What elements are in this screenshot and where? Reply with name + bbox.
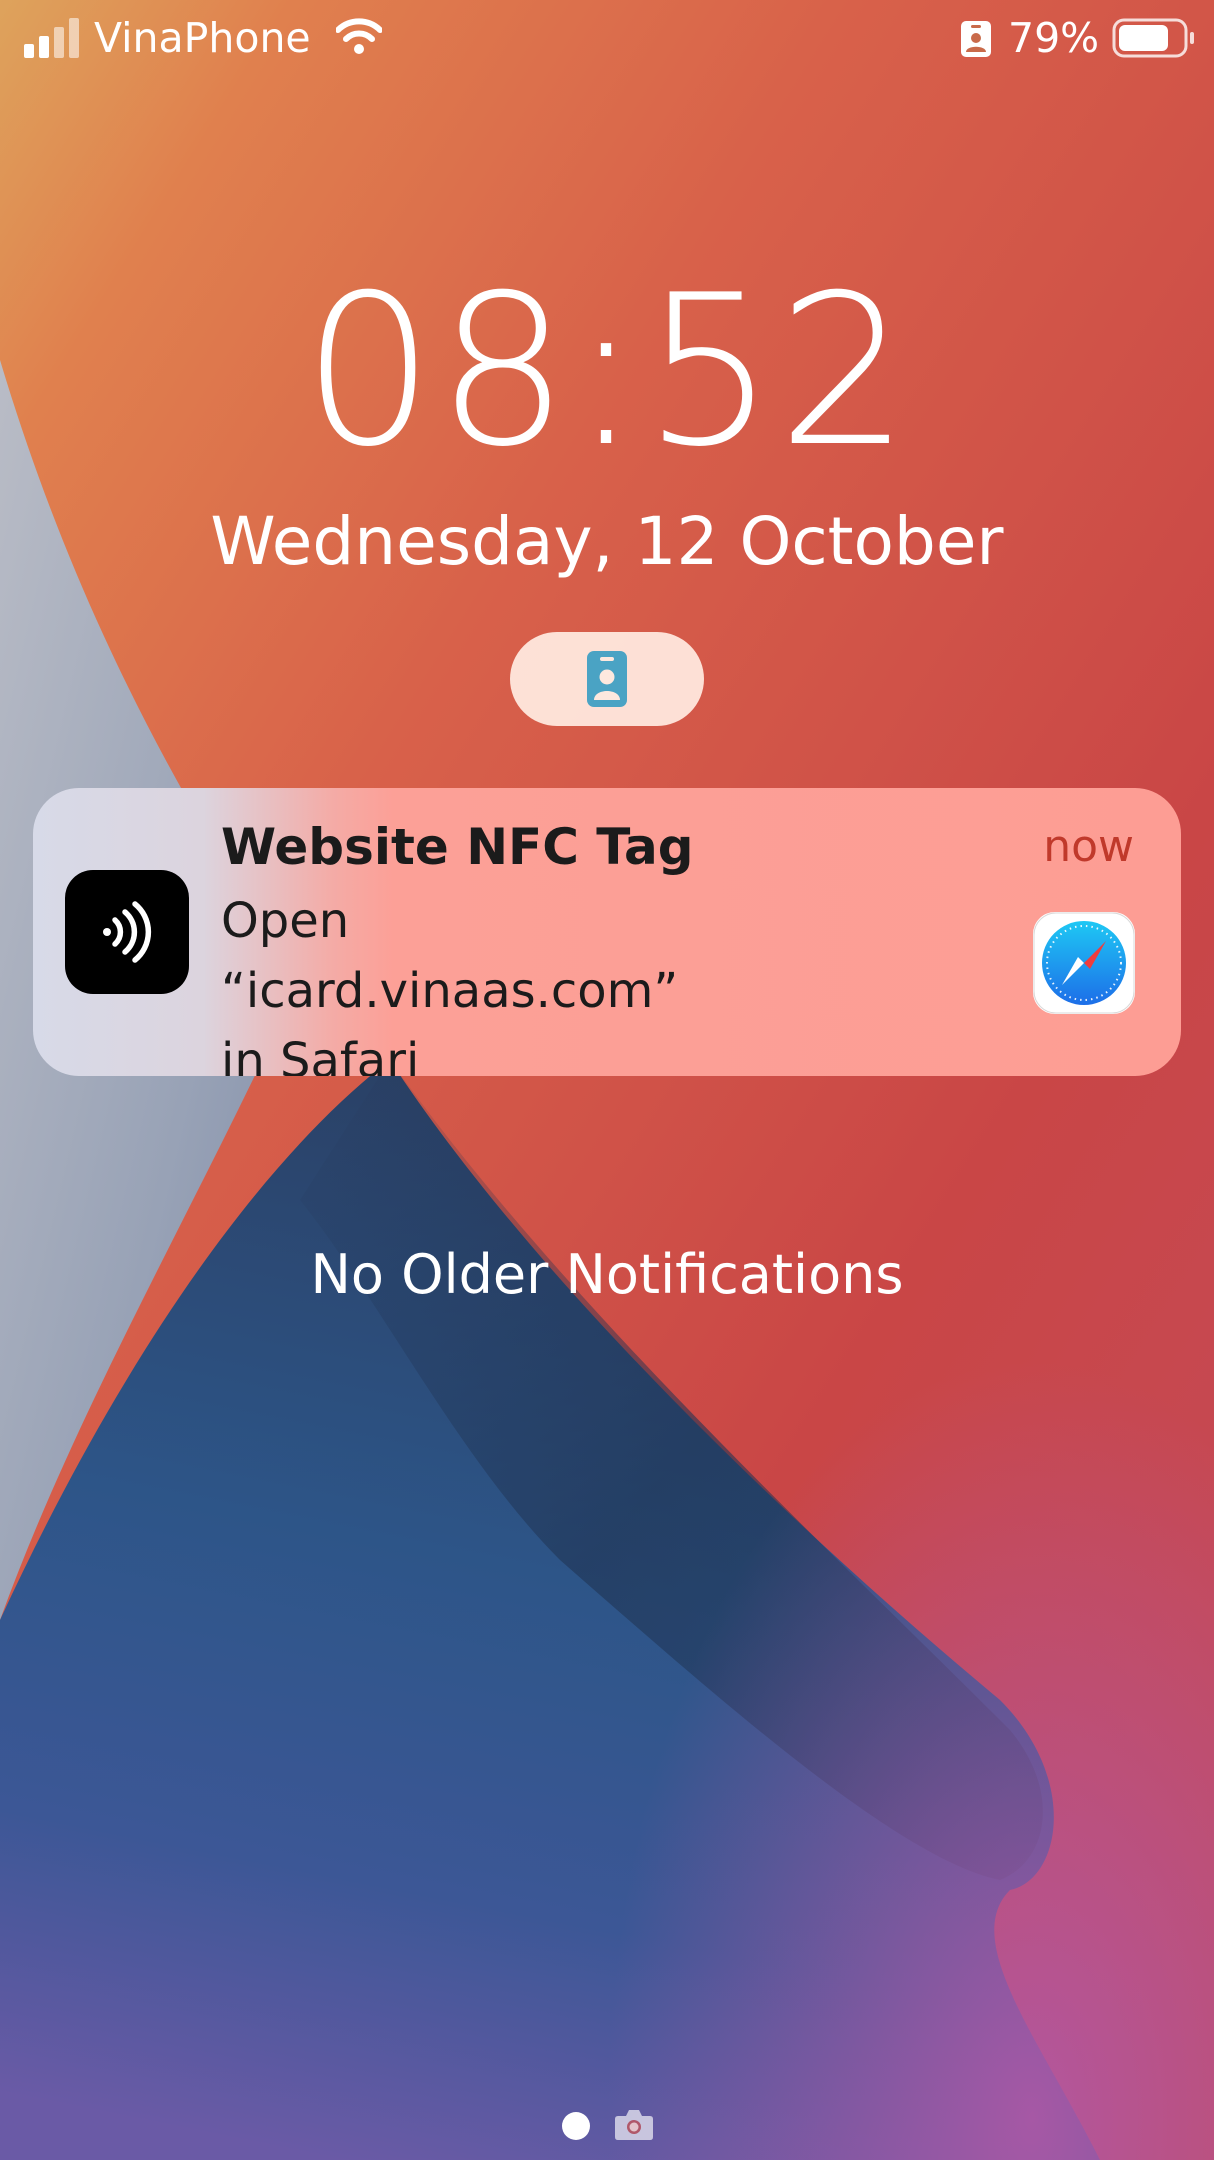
nfc-notification[interactable]: Website NFC Tag Open “icard.vinaas.com” … (33, 788, 1181, 1076)
lock-screen: VinaPhone 79% 08:52 Wednesday, 12 Octobe… (0, 0, 1214, 2160)
battery-level-fill (1119, 25, 1168, 51)
battery-percentage: 79% (1008, 14, 1100, 62)
nfc-icon (65, 870, 189, 994)
battery-icon (1112, 18, 1194, 58)
notification-body: Open “icard.vinaas.com” in Safari (221, 893, 679, 1076)
wifi-icon (336, 18, 382, 54)
status-bar: VinaPhone 79% (0, 0, 1214, 80)
signal-icon (24, 18, 79, 58)
id-badge-pill[interactable] (510, 632, 704, 726)
id-badge-icon (587, 651, 627, 707)
camera-icon[interactable] (614, 2106, 654, 2142)
notification-title: Website NFC Tag (221, 818, 694, 876)
lock-screen-time: 08:52 (302, 251, 912, 493)
safari-icon (1033, 912, 1135, 1014)
lock-screen-date: Wednesday, 12 October (210, 503, 1004, 580)
id-badge-icon (961, 21, 991, 57)
no-older-notifications: No Older Notifications (310, 1243, 904, 1306)
notification-time: now (1043, 821, 1134, 872)
carrier-name: VinaPhone (94, 14, 311, 62)
page-dot (562, 2112, 590, 2140)
